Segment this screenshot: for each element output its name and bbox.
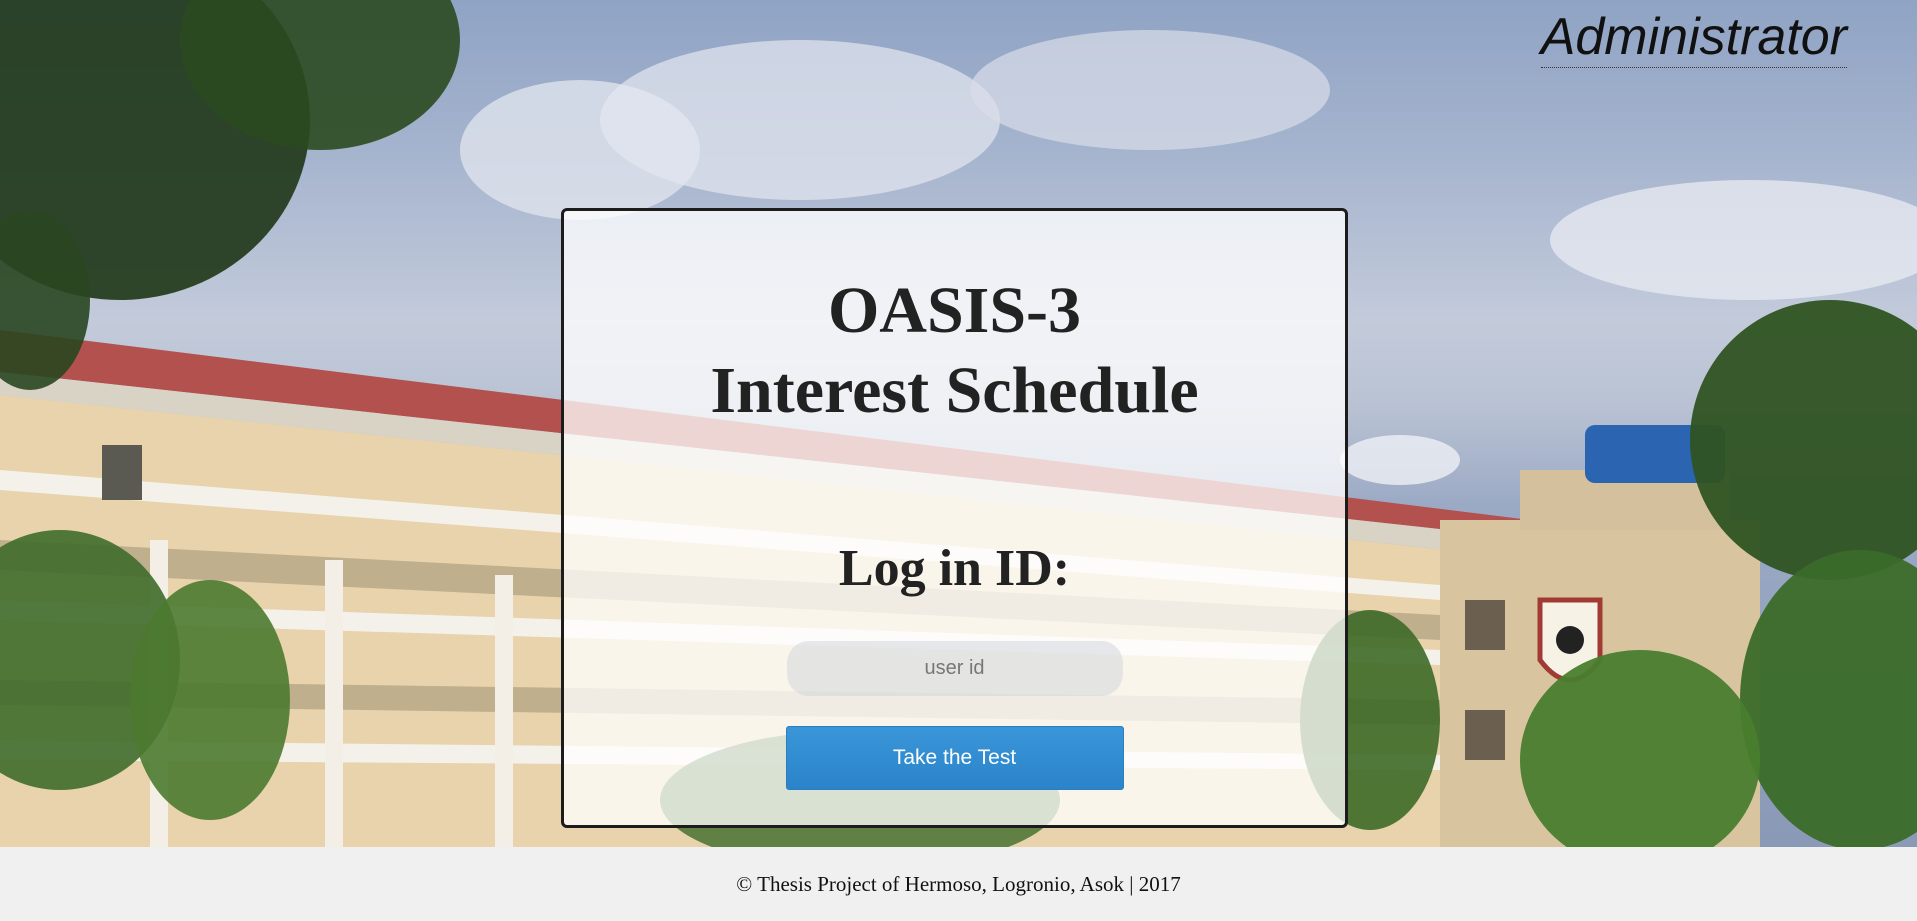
login-card: OASIS-3 Interest Schedule Log in ID: Tak… xyxy=(561,208,1348,828)
take-test-button[interactable]: Take the Test xyxy=(785,726,1124,790)
user-id-input[interactable] xyxy=(786,641,1123,696)
administrator-link[interactable]: Administrator xyxy=(1540,10,1847,68)
app-title-line2: Interest Schedule xyxy=(710,354,1199,427)
app-title: OASIS-3 Interest Schedule xyxy=(564,271,1345,431)
footer-copyright: © Thesis Project of Hermoso, Logronio, A… xyxy=(736,872,1181,896)
login-id-label: Log in ID: xyxy=(838,540,1071,597)
login-page: Administrator OASIS-3 Interest Schedule … xyxy=(0,0,1917,921)
footer: © Thesis Project of Hermoso, Logronio, A… xyxy=(0,847,1917,921)
app-title-line1: OASIS-3 xyxy=(827,274,1082,347)
